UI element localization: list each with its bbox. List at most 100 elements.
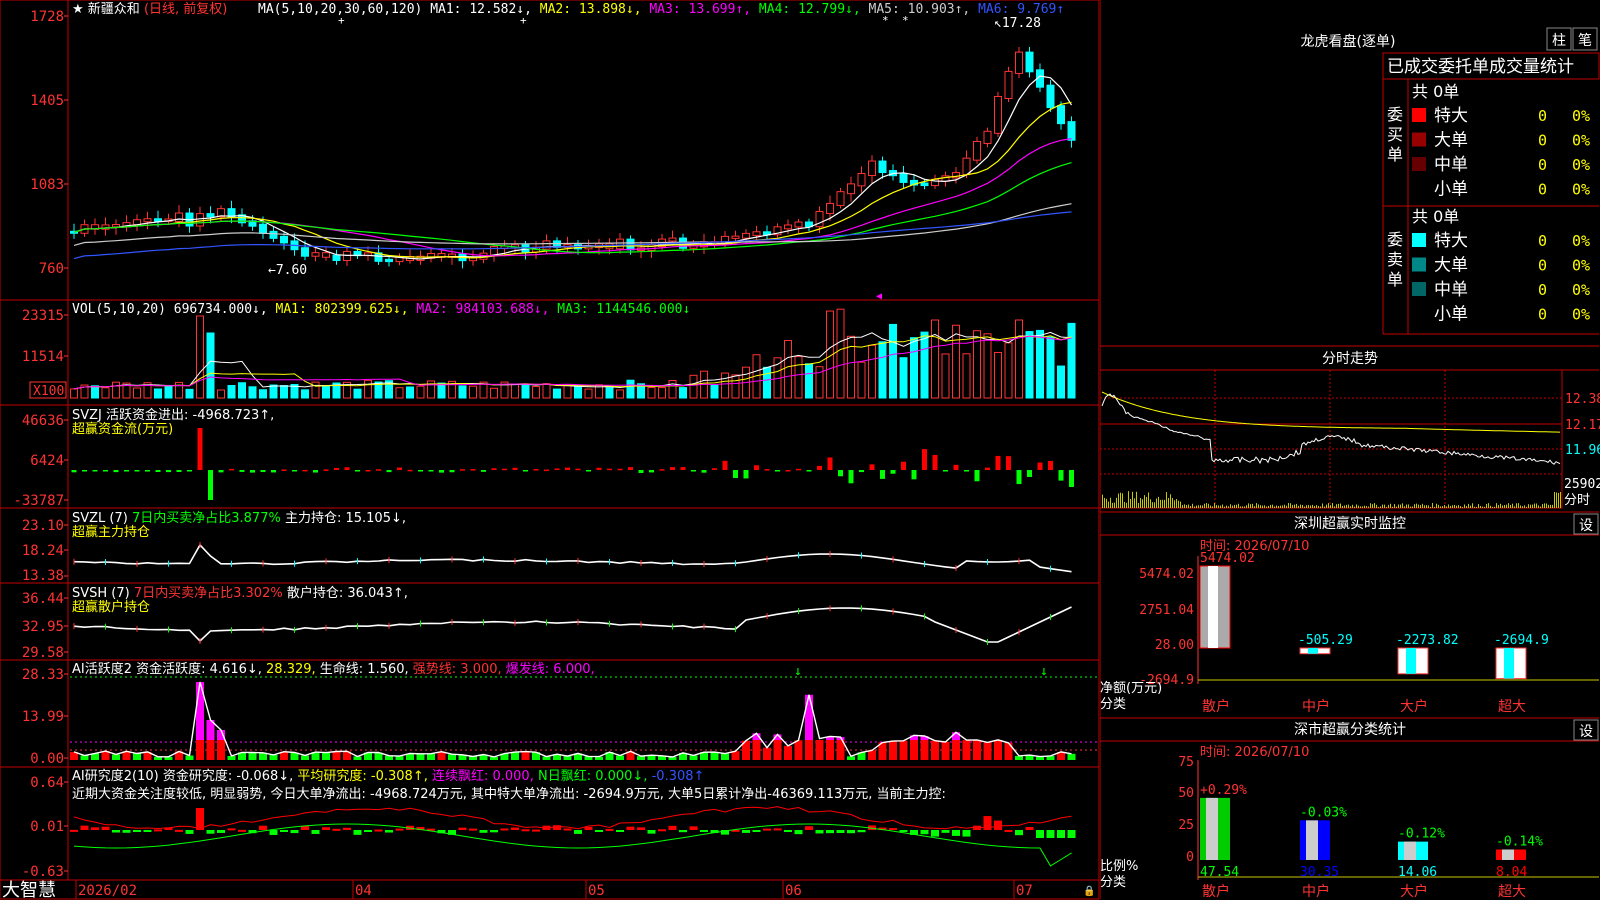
activity-bar (1067, 753, 1076, 760)
intraday-volume-bar (1334, 506, 1335, 508)
capital-flow-bar (134, 470, 140, 472)
intraday-volume-bar (1304, 506, 1305, 508)
svg-text:★ 新疆众和 (日线, 前复权): ★ 新疆众和 (日线, 前复权) (72, 1, 227, 17)
intraday-volume-bar (1490, 505, 1491, 508)
sell-side-label: 委卖单 (1387, 230, 1403, 289)
monitor-axis-label: 28.00 (1155, 638, 1194, 653)
intraday-volume-bar (1102, 494, 1103, 508)
intraday-volume-bar (1550, 504, 1551, 508)
volume-bar (364, 379, 372, 399)
favorite-star-icon[interactable]: ★ (72, 2, 84, 17)
intraday-volume-bar (1146, 496, 1147, 508)
capital-flow-bar (218, 470, 224, 473)
candle-body (1067, 121, 1076, 141)
buy-total: 共 0单 (1412, 82, 1459, 101)
lock-icon[interactable]: 🔒 (1083, 885, 1095, 897)
research-bar (1067, 830, 1076, 838)
intraday-volume-bar (1460, 506, 1461, 508)
activity-bar (983, 742, 992, 760)
research-bar (490, 830, 498, 833)
arrow-down-icon: ↓ (794, 664, 802, 679)
ai2-axis-label: 0.64 (30, 775, 64, 791)
research-bar (752, 830, 761, 832)
vol-axis-label: 23315 (22, 308, 64, 324)
svzl-header: SVZL (7) 7日内买卖净占比3.877% 主力持仓: 15.105↓, (72, 510, 406, 526)
classify-value-label: 14.06 (1398, 865, 1437, 880)
header-segment: AI活跃度2 资金活跃度: 4.616↓, (72, 661, 262, 677)
research-bar (805, 826, 813, 830)
period-label[interactable]: (日线, 前复权) (144, 1, 227, 17)
candle-body (868, 160, 876, 176)
research-bar (784, 830, 792, 832)
stats-tab-label[interactable]: 已成交委托单成交量统计 (1387, 57, 1574, 77)
intraday-volume-bar (1332, 503, 1333, 508)
intraday-volume-bar (1374, 503, 1375, 508)
intraday-volume-bar (1382, 504, 1383, 508)
research-bar (1057, 830, 1065, 838)
classify-change-label: +0.29% (1200, 783, 1247, 798)
intraday-volume-bar (1420, 505, 1421, 508)
kline-chart-area[interactable]: 1728 1405 1083 760 ★ 新疆众和 (日线, 前复权) MA(5… (0, 0, 1100, 900)
intraday-volume-bar (1360, 506, 1361, 508)
ai2-header: AI研究度2(10) 资金研究度: -0.068↓, 平均研究度: -0.308… (72, 768, 704, 784)
activity-bar (794, 740, 803, 760)
volume-bar (185, 388, 194, 399)
activity-bar (269, 754, 278, 760)
intraday-volume-bar (1162, 499, 1163, 508)
brand-logo[interactable]: 大智慧 (2, 880, 56, 900)
volume-bar (217, 389, 225, 399)
volume-bar (101, 387, 110, 399)
intraday-volume-bar (1200, 505, 1201, 508)
intraday-volume-bar (1154, 502, 1155, 508)
intraday-volume-bar (1228, 506, 1229, 508)
research-bar (616, 830, 624, 832)
research-bar (343, 827, 351, 830)
intraday-vol-label: 25902 (1564, 477, 1600, 492)
research-bar (217, 830, 225, 833)
research-bar (689, 826, 698, 830)
classify-axis-label: 75 (1178, 755, 1194, 770)
header-segment: MA3: 13.699↑, (642, 2, 752, 17)
monitor-bar-highlight (1406, 648, 1416, 674)
intraday-volume-bar (1142, 499, 1143, 508)
activity-bar (815, 740, 824, 760)
candle-body (143, 218, 152, 223)
volume-bar (710, 384, 719, 399)
intraday-volume-bar (1324, 506, 1325, 508)
capital-flow-bar (670, 467, 675, 470)
capital-flow-bar (838, 470, 843, 477)
volume-bar (1036, 329, 1044, 399)
intraday-volume-bar (1314, 505, 1315, 508)
candle-body (311, 252, 320, 257)
capital-flow-bar (890, 470, 896, 474)
intraday-volume-bar (1450, 505, 1451, 508)
intraday-volume-bar (1256, 503, 1257, 508)
research-bar (763, 828, 771, 831)
intraday-volume-bar (1286, 505, 1287, 508)
intraday-volume-bar (1104, 497, 1105, 508)
intraday-volume-bar (1300, 504, 1301, 508)
intraday-axis-label: 12.38 (1565, 392, 1600, 407)
ai2-summary: 近期大资金关注度较低, 明显弱势, 今日大单净流出: -4968.724万元, … (72, 786, 946, 802)
capital-flow-bar (397, 467, 402, 470)
volume-bar (763, 366, 771, 399)
order-color-swatch (1412, 233, 1426, 247)
intraday-volume-bar (1434, 506, 1435, 508)
volume-bar (154, 388, 162, 399)
settings-icon: 设 (1579, 518, 1593, 534)
capital-flow-bar (922, 449, 927, 470)
research-bar (626, 826, 635, 830)
intraday-volume-bar (1172, 498, 1173, 508)
volume-bar (899, 357, 908, 399)
research-bar (920, 830, 929, 835)
header-segment: N日飘红: 0.000↓, (534, 768, 648, 784)
research-bar (605, 828, 614, 831)
intraday-volume-bar (1150, 499, 1151, 508)
research-bar (143, 830, 152, 832)
research-bar (847, 830, 855, 834)
capital-flow-bar (250, 470, 255, 473)
intraday-volume-bar (1178, 500, 1179, 508)
intraday-volume-bar (1386, 506, 1387, 508)
high-annotation: ↖17.28 (994, 16, 1041, 31)
monitor-category-label: 散户 (1202, 698, 1230, 715)
